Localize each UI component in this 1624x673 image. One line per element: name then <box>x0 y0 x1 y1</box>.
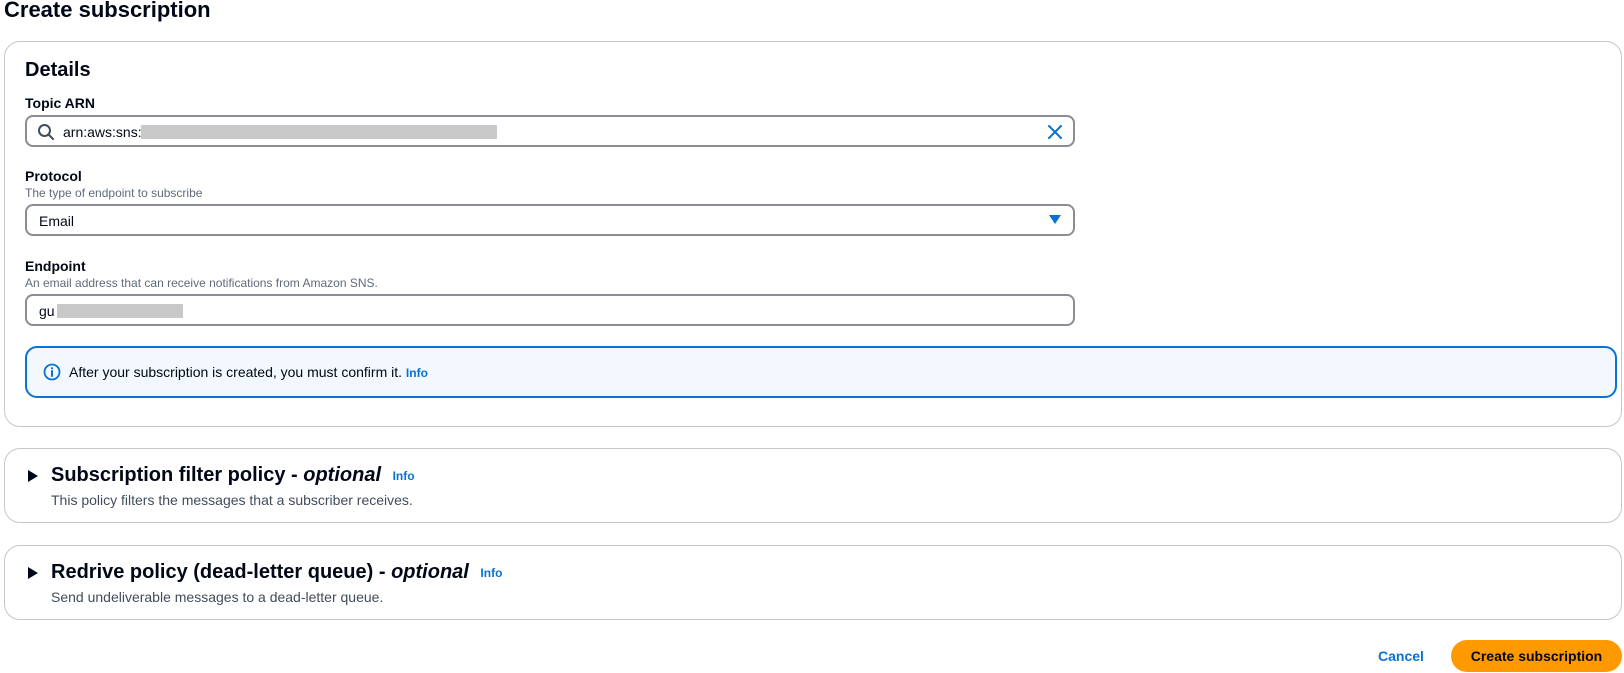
topic-arn-value: arn:aws:sns:u <box>63 124 150 140</box>
caret-right-icon[interactable] <box>27 470 39 482</box>
endpoint-value: gu <box>39 303 55 319</box>
alert-text: After your subscription is created, you … <box>69 364 403 380</box>
endpoint-label: Endpoint <box>25 258 86 274</box>
topic-arn-label: Topic ARN <box>25 95 95 111</box>
protocol-label: Protocol <box>25 168 82 184</box>
close-icon[interactable] <box>1045 122 1065 142</box>
redacted-block <box>141 125 497 139</box>
alert-info-link[interactable]: Info <box>406 366 428 380</box>
alert-message: After your subscription is created, you … <box>69 363 428 382</box>
caret-right-icon[interactable] <box>27 567 39 579</box>
caret-down-icon <box>1049 215 1061 224</box>
endpoint-input[interactable]: gu <box>25 294 1075 326</box>
details-title: Details <box>25 59 91 81</box>
redrive-policy-info-link[interactable]: Info <box>480 566 502 580</box>
info-alert: After your subscription is created, you … <box>25 346 1617 398</box>
redrive-policy-header[interactable]: Redrive policy (dead-letter queue) - opt… <box>51 560 502 585</box>
filter-policy-header[interactable]: Subscription filter policy - optional In… <box>51 463 415 488</box>
filter-policy-panel: Subscription filter policy - optional In… <box>4 448 1622 523</box>
redrive-policy-panel: Redrive policy (dead-letter queue) - opt… <box>4 545 1622 620</box>
filter-policy-info-link[interactable]: Info <box>393 469 415 483</box>
redrive-policy-title: Redrive policy (dead-letter queue) - <box>51 561 392 583</box>
info-icon <box>43 363 61 381</box>
details-panel: Details Topic ARN arn:aws:sns:u Protocol… <box>4 41 1622 427</box>
redrive-policy-description: Send undeliverable messages to a dead-le… <box>51 589 384 605</box>
protocol-selected-value: Email <box>39 213 75 229</box>
redacted-block <box>57 304 183 318</box>
create-subscription-button[interactable]: Create subscription <box>1451 640 1622 672</box>
protocol-description: The type of endpoint to subscribe <box>25 186 203 200</box>
topic-arn-input[interactable]: arn:aws:sns:u <box>25 115 1075 147</box>
endpoint-description: An email address that can receive notifi… <box>25 276 378 290</box>
protocol-select[interactable]: Email <box>25 204 1075 236</box>
filter-policy-description: This policy filters the messages that a … <box>51 492 413 508</box>
redrive-policy-optional: optional <box>391 561 469 583</box>
page-title: Create subscription <box>4 0 211 22</box>
cancel-button[interactable]: Cancel <box>1360 645 1442 667</box>
search-icon <box>38 124 54 140</box>
filter-policy-optional: optional <box>303 464 382 486</box>
filter-policy-title: Subscription filter policy - <box>51 464 304 486</box>
